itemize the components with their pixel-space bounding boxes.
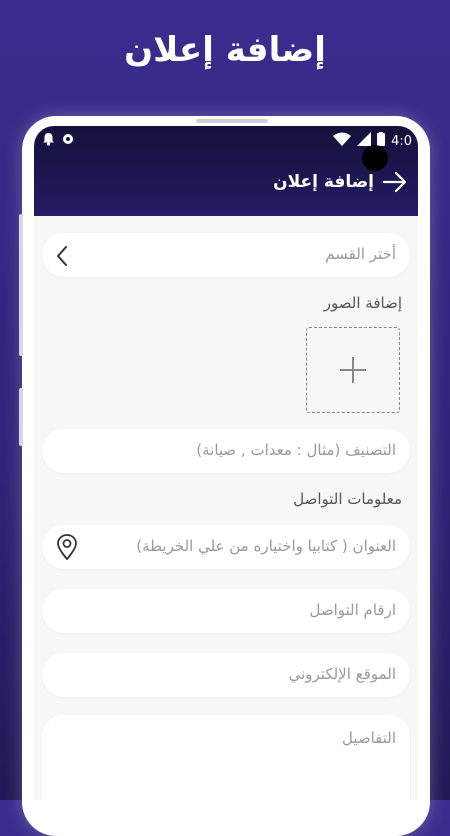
status-time: 4:0 <box>391 133 412 149</box>
classification-placeholder: التصنيف (مثال : معدات , صيانة) <box>196 441 396 459</box>
website-input[interactable]: الموقع الإلكتروني <box>42 653 410 697</box>
phone-speaker <box>196 119 268 123</box>
page-title: إضافة إعلان <box>273 172 374 192</box>
classification-input[interactable]: التصنيف (مثال : معدات , صيانة) <box>42 429 410 473</box>
phone-side-button <box>19 214 23 356</box>
plus-icon <box>339 356 367 388</box>
status-bar: 4:0 <box>34 126 418 154</box>
category-placeholder: أختر القسم <box>325 245 396 263</box>
phone-placeholder: ارقام التواصل <box>309 601 396 619</box>
wifi-icon <box>333 132 352 150</box>
bell-icon <box>42 132 55 150</box>
location-pin-icon[interactable] <box>56 534 78 564</box>
gear-icon <box>61 132 75 150</box>
chevron-left-icon <box>56 245 68 271</box>
arrow-right-icon[interactable] <box>382 170 408 198</box>
camera-cutout <box>362 145 388 171</box>
phone-side-button <box>19 388 23 446</box>
contact-section-label: معلومات التواصل <box>293 490 402 508</box>
category-select[interactable]: أختر القسم <box>42 233 410 277</box>
app-screen: 4:0 إضافة إعلان أختر القسم إضافة الصور ا… <box>34 126 418 800</box>
promo-title: إضافة إعلان <box>124 30 326 70</box>
add-image-button[interactable] <box>306 327 400 413</box>
images-label: إضافة الصور <box>323 294 402 312</box>
details-placeholder: التفاصيل <box>341 729 396 747</box>
phone-input[interactable]: ارقام التواصل <box>42 589 410 633</box>
app-bar: 4:0 إضافة إعلان <box>34 126 418 216</box>
details-textarea[interactable]: التفاصيل <box>42 715 410 800</box>
address-input[interactable]: العنوان ( كتابيا واختياره من علي الخريطة… <box>42 525 410 569</box>
address-placeholder: العنوان ( كتابيا واختياره من علي الخريطة… <box>136 537 396 555</box>
website-placeholder: الموقع الإلكتروني <box>288 665 396 683</box>
